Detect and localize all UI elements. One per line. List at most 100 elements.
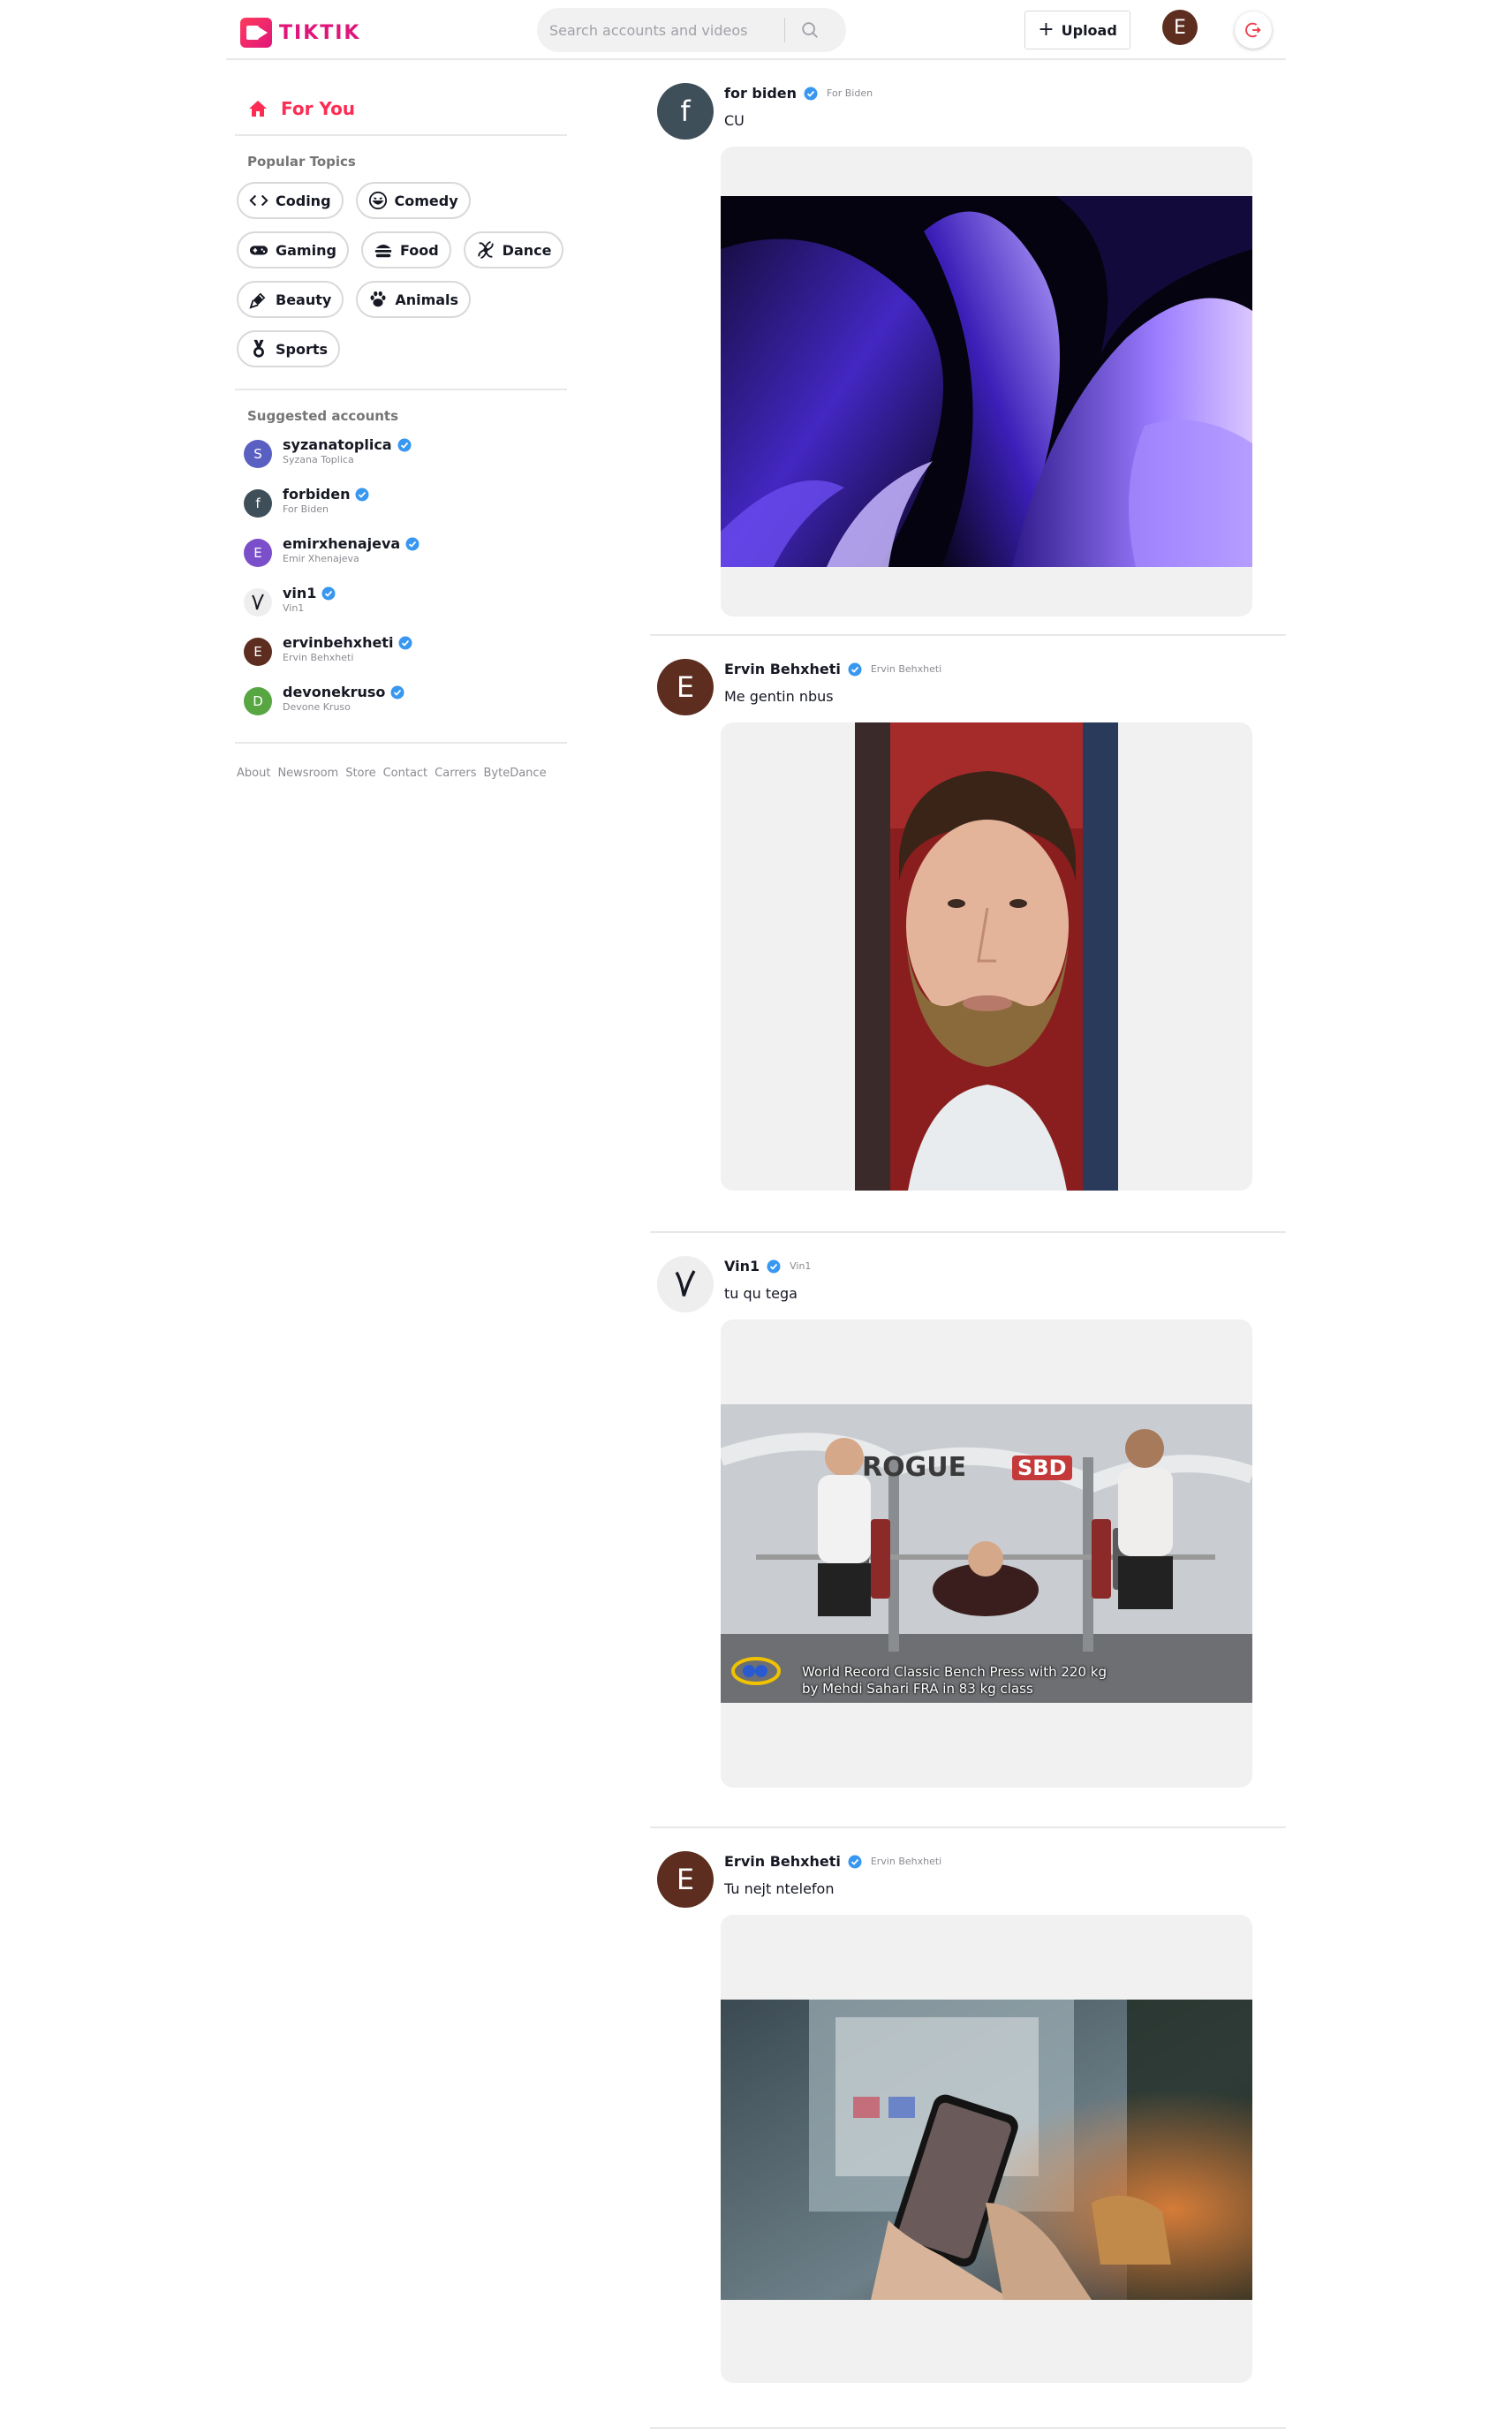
verified-icon xyxy=(321,586,336,600)
footer-link-newsroom[interactable]: Newsroom xyxy=(277,767,338,780)
account-item[interactable]: D devonekruso Devone Kruso xyxy=(235,684,567,733)
topic-chip-comedy[interactable]: Comedy xyxy=(355,182,471,219)
verified-icon xyxy=(767,1259,781,1273)
overlay-line-2: by Mehdi Sahari FRA in 83 kg class xyxy=(802,1681,1033,1697)
phone-video-frame xyxy=(721,2000,1252,2300)
logo-text: TIKTIK xyxy=(279,21,361,44)
post-avatar[interactable]: E xyxy=(657,659,714,715)
account-username: emirxhenajeva xyxy=(283,535,401,552)
topic-label: Dance xyxy=(502,241,552,259)
search-bar xyxy=(537,8,846,52)
video-player[interactable]: ROGUE SBD World Record Classic Bench Pre… xyxy=(721,1320,1252,1788)
topic-label: Gaming xyxy=(276,241,336,259)
post-nickname: Vin1 xyxy=(790,1260,812,1272)
top-bar: TIKTIK + Upload E xyxy=(226,0,1286,60)
account-item[interactable]: E emirxhenajeva Emir Xhenajeva xyxy=(235,535,567,585)
video-feed: f for biden For Biden CU E Ervin Behxhet… xyxy=(650,60,1286,2429)
topic-chip-animals[interactable]: Animals xyxy=(356,281,472,318)
video-player[interactable] xyxy=(721,722,1252,1191)
popular-topics-title: Popular Topics xyxy=(247,154,356,170)
video-player[interactable] xyxy=(721,147,1252,616)
account-name: Devone Kruso xyxy=(283,701,351,713)
account-username: ervinbehxheti xyxy=(283,634,394,651)
topic-label: Food xyxy=(399,241,439,259)
topic-label: Sports xyxy=(276,340,329,358)
plus-icon: + xyxy=(1038,19,1055,41)
logout-icon xyxy=(1245,22,1261,38)
search-input[interactable] xyxy=(537,21,775,39)
footer-link-bytedance[interactable]: ByteDance xyxy=(484,767,547,780)
topic-chip-dance[interactable]: Dance xyxy=(463,231,564,268)
topic-label: Comedy xyxy=(394,192,458,209)
dance-icon xyxy=(478,240,494,260)
topic-chip-beauty[interactable]: Beauty xyxy=(237,281,344,318)
ipf-logo-icon xyxy=(731,1657,781,1685)
footer-link-about[interactable]: About xyxy=(237,767,270,780)
bench-press-scene xyxy=(721,1404,1252,1703)
footer-links: About Newsroom Store Contact Carrers Byt… xyxy=(235,744,567,780)
post-nickname: For Biden xyxy=(827,87,873,99)
gamepad-icon xyxy=(249,246,268,255)
feed-post: f for biden For Biden CU xyxy=(650,60,1286,636)
upload-button[interactable]: + Upload xyxy=(1024,11,1130,49)
post-caption: Me gentin nbus xyxy=(724,688,834,705)
search-button[interactable] xyxy=(785,8,835,52)
verified-icon xyxy=(848,1855,862,1868)
verified-icon xyxy=(848,662,862,676)
laugh-emoji-icon xyxy=(368,191,387,210)
account-name: For Biden xyxy=(283,503,329,515)
suggested-accounts-list: S syzanatoplica Syzana Toplica f forbide… xyxy=(235,424,567,742)
video-player[interactable] xyxy=(721,1915,1252,2383)
post-caption: tu qu tega xyxy=(724,1285,798,1302)
avatar: E xyxy=(244,539,272,567)
topic-label: Coding xyxy=(276,192,331,209)
feed-post: Vin1 Vin1 tu qu tega ROGUE SBD World Rec… xyxy=(650,1233,1286,1828)
account-username: forbiden xyxy=(283,486,351,503)
user-avatar[interactable]: E xyxy=(1162,10,1198,45)
verified-icon xyxy=(390,685,404,699)
topic-chip-coding[interactable]: Coding xyxy=(237,182,344,219)
account-username: devonekruso xyxy=(283,684,386,700)
post-username[interactable]: Ervin Behxheti xyxy=(724,661,841,677)
lipstick-icon xyxy=(249,292,266,309)
post-caption: Tu nejt ntelefon xyxy=(724,1880,835,1897)
for-you-label: For You xyxy=(281,98,356,119)
logout-button[interactable] xyxy=(1235,11,1272,49)
sidebar: For You Popular Topics Coding Comedy Gam… xyxy=(235,60,567,780)
post-nickname: Ervin Behxheti xyxy=(870,663,942,675)
account-name: Syzana Toplica xyxy=(283,454,354,465)
post-username[interactable]: Ervin Behxheti xyxy=(724,1853,841,1870)
topic-chip-sports[interactable]: Sports xyxy=(237,330,341,367)
post-username[interactable]: Vin1 xyxy=(724,1258,760,1274)
post-avatar[interactable]: E xyxy=(657,1851,714,1908)
post-avatar[interactable]: f xyxy=(657,83,714,140)
topic-chip-food[interactable]: Food xyxy=(360,231,451,268)
topic-chip-gaming[interactable]: Gaming xyxy=(237,231,349,268)
logo[interactable]: TIKTIK xyxy=(240,18,360,48)
footer-link-contact[interactable]: Contact xyxy=(383,767,428,780)
verified-icon xyxy=(398,636,412,649)
search-icon xyxy=(802,22,818,38)
vin1-logo-icon xyxy=(252,594,264,610)
account-item[interactable]: S syzanatoplica Syzana Toplica xyxy=(235,436,567,486)
code-icon xyxy=(249,194,268,207)
account-item[interactable]: f forbiden For Biden xyxy=(235,486,567,535)
account-name: Emir Xhenajeva xyxy=(283,553,359,564)
account-item[interactable]: vin1 Vin1 xyxy=(235,585,567,634)
avatar: E xyxy=(244,638,272,666)
footer-link-store[interactable]: Store xyxy=(345,767,375,780)
footer-link-carrers[interactable]: Carrers xyxy=(435,767,476,780)
vin1-logo-icon xyxy=(675,1270,696,1297)
verified-icon xyxy=(804,87,818,100)
video-overlay-caption: World Record Classic Bench Press with 22… xyxy=(802,1664,1107,1698)
for-you-link[interactable]: For You xyxy=(235,60,567,134)
post-username[interactable]: for biden xyxy=(724,85,797,102)
sbd-banner-text: SBD xyxy=(1012,1456,1072,1480)
account-item[interactable]: E ervinbehxheti Ervin Behxheti xyxy=(235,634,567,684)
verified-icon xyxy=(355,488,369,501)
avatar: S xyxy=(244,440,272,468)
post-avatar[interactable] xyxy=(657,1256,714,1312)
account-username: vin1 xyxy=(283,585,317,601)
avatar: f xyxy=(244,489,272,518)
rogue-banner-text: ROGUE xyxy=(862,1452,967,1483)
